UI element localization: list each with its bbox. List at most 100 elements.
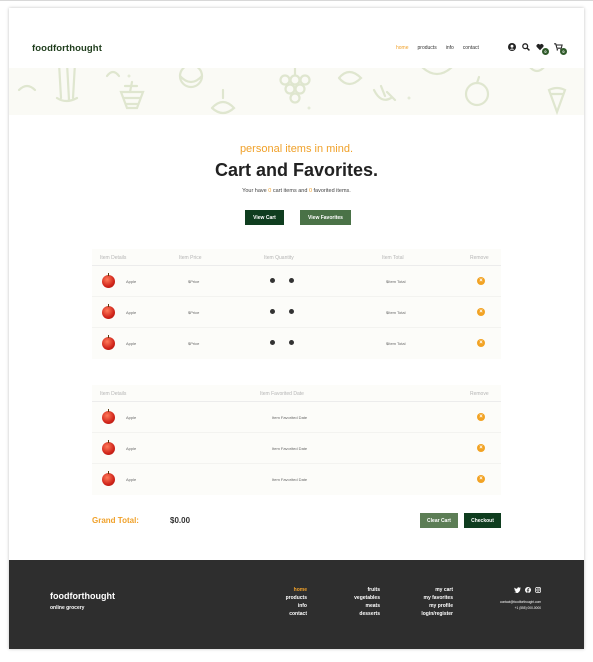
brand-logo[interactable]: foodforthought [32, 43, 102, 54]
col-remove: Remove [470, 255, 489, 261]
footer-link-products[interactable]: products [279, 595, 307, 601]
summary-mid: cart items and [271, 188, 309, 194]
footer-contact: contact@foodforthought.com +1 (555) 000-… [500, 599, 541, 611]
footer-link-my-profile[interactable]: my profile [409, 603, 453, 609]
remove-favorite-button[interactable]: × [477, 413, 485, 421]
cart-table: Item Details Item Price Item Quantity It… [92, 249, 501, 359]
decrease-quantity-button[interactable] [270, 309, 275, 314]
favorite-row: Apple Item Favorited Date × [92, 464, 501, 495]
remove-item-button[interactable]: × [477, 277, 485, 285]
item-total: $Item Total [386, 310, 406, 315]
footer-link-meats[interactable]: meats [343, 603, 380, 609]
user-icon[interactable] [507, 42, 517, 52]
summary-suffix: favorited items. [312, 188, 351, 194]
nav-links: home products info contact [396, 45, 479, 51]
product-name: Apple [126, 446, 137, 451]
decrease-quantity-button[interactable] [270, 278, 275, 283]
footer-category-links: fruits vegetables meats desserts [343, 587, 380, 617]
remove-item-button[interactable]: × [477, 308, 485, 316]
quantity-stepper [270, 309, 294, 314]
search-icon[interactable] [521, 42, 531, 52]
produce-pattern-illustration [17, 68, 567, 115]
cart-row: Apple $Price $Item Total × [92, 297, 501, 328]
footer-account-links: my cart my favorites my profile login/re… [409, 587, 453, 617]
footer-link-my-favorites[interactable]: my favorites [409, 595, 453, 601]
apple-image [102, 304, 115, 319]
footer: foodforthought online grocery home produ… [9, 560, 584, 649]
contact-phone: +1 (555) 000-0000 [514, 606, 541, 610]
grand-total-value: $0.00 [170, 516, 191, 525]
quantity-stepper [270, 340, 294, 345]
browser-edge [0, 0, 593, 1]
remove-favorite-button[interactable]: × [477, 475, 485, 483]
cart-button[interactable]: 0 [553, 42, 567, 55]
page: foodforthought home products info contac… [9, 8, 584, 649]
favorites-button[interactable]: 0 [535, 42, 549, 55]
view-favorites-button[interactable]: View Favorites [300, 210, 351, 225]
decrease-quantity-button[interactable] [270, 340, 275, 345]
nav-link-products[interactable]: products [418, 45, 437, 51]
product-name: Apple [126, 341, 137, 346]
footer-link-contact[interactable]: contact [279, 611, 307, 617]
apple-image [102, 440, 115, 455]
item-total: $Item Total [386, 341, 406, 346]
instagram-icon[interactable] [535, 587, 541, 593]
col-item-details: Item Details [100, 391, 127, 397]
cart-row: Apple $Price $Item Total × [92, 328, 501, 359]
product-name: Apple [126, 477, 137, 482]
increase-quantity-button[interactable] [289, 309, 294, 314]
footer-link-fruits[interactable]: fruits [343, 587, 381, 593]
footer-link-home[interactable]: home [279, 587, 307, 593]
page-title: Cart and Favorites. [214, 160, 379, 180]
favorited-date: Item Favorited Date [272, 477, 308, 482]
cart-table-header: Item Details Item Price Item Quantity It… [92, 249, 501, 266]
favorited-date: Item Favorited Date [272, 446, 308, 451]
nav-link-info[interactable]: info [446, 45, 454, 51]
nav-link-contact[interactable]: contact [463, 45, 479, 51]
item-total: $Item Total [386, 279, 406, 284]
item-price: $Price [188, 341, 200, 346]
twitter-icon[interactable] [514, 587, 521, 593]
footer-link-login-register[interactable]: login/register [409, 611, 453, 617]
item-price: $Price [188, 279, 200, 284]
product-name: Apple [126, 279, 137, 284]
item-price: $Price [188, 310, 200, 315]
quantity-stepper [270, 278, 294, 283]
favorites-table: Item Details Item Favorited Date Remove … [92, 385, 501, 495]
footer-brand[interactable]: foodforthought [50, 591, 115, 601]
col-item-details: Item Details [100, 255, 127, 261]
favorite-row: Apple Item Favorited Date × [92, 433, 501, 464]
remove-item-button[interactable]: × [477, 339, 485, 347]
facebook-icon[interactable] [525, 587, 531, 593]
navbar: foodforthought home products info contac… [9, 34, 584, 68]
checkout-button[interactable]: Checkout [464, 513, 501, 528]
footer-link-desserts[interactable]: desserts [343, 611, 380, 617]
cart-badge: 0 [560, 48, 567, 55]
apple-image [102, 335, 115, 350]
cart-summary: Your have 0 cart items and 0 favorited i… [9, 188, 584, 194]
col-item-favorited-date: Item Favorited Date [260, 391, 304, 397]
product-name: Apple [126, 415, 137, 420]
grand-total-label: Grand Total: [92, 516, 139, 525]
cart-row: Apple $Price $Item Total × [92, 266, 501, 297]
favorites-table-header: Item Details Item Favorited Date Remove [92, 385, 501, 402]
increase-quantity-button[interactable] [289, 278, 294, 283]
footer-nav-links: home products info contact [279, 587, 307, 617]
col-item-total: Item Total [382, 255, 404, 261]
footer-link-vegetables[interactable]: vegetables [343, 595, 380, 601]
increase-quantity-button[interactable] [289, 340, 294, 345]
favorites-badge: 0 [542, 48, 549, 55]
apple-image [102, 273, 115, 288]
hero-subtitle: personal items in mind. [239, 143, 354, 155]
footer-link-info[interactable]: info [279, 603, 307, 609]
footer-link-my-cart[interactable]: my cart [409, 587, 453, 593]
view-cart-button[interactable]: View Cart [245, 210, 284, 225]
product-name: Apple [126, 310, 137, 315]
clear-cart-button[interactable]: Clear Cart [420, 513, 458, 528]
col-item-quantity: Item Quantity [264, 255, 294, 261]
summary-prefix: Your have [242, 188, 269, 194]
col-remove: Remove [470, 391, 489, 397]
nav-link-home[interactable]: home [396, 45, 409, 51]
remove-favorite-button[interactable]: × [477, 444, 485, 452]
nav-icons: 0 0 [507, 42, 567, 55]
